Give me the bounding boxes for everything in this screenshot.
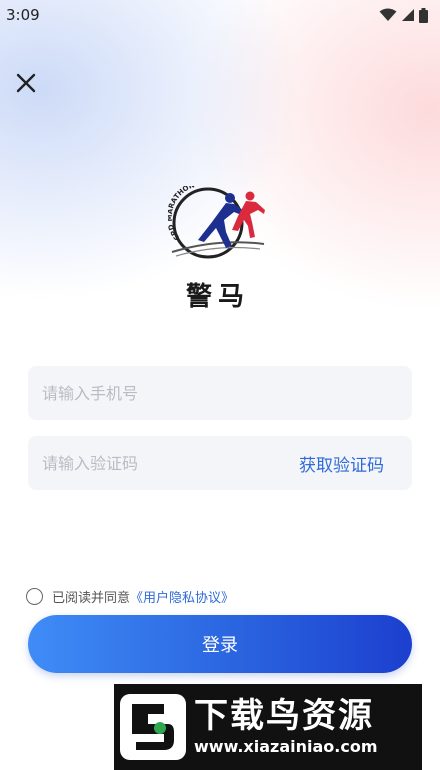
watermark-banner: 下载鸟资源 www.xiazainiao.com [114,684,422,770]
code-input[interactable] [42,436,299,490]
watermark-url: www.xiazainiao.com [194,737,378,756]
status-icons [379,7,428,23]
app-logo: CPD MARATHON 警马 [166,181,268,312]
close-button[interactable] [14,71,38,95]
login-button[interactable]: 登录 [28,615,412,673]
agreement-text: 已阅读并同意 [52,590,131,606]
agreement-row: 已阅读并同意 《用户隐私协议》 [26,586,234,606]
bird-logo-icon [120,694,186,760]
watermark-title: 下载鸟资源 [194,696,374,736]
wifi-icon [379,8,397,21]
battery-icon [419,7,428,23]
status-bar: 3:09 [0,0,440,30]
logo-text: 警马 [185,282,250,312]
phone-field[interactable] [28,366,412,420]
marathon-runner-emblem: CPD MARATHON [166,181,265,259]
agreement-checkbox[interactable] [26,587,43,605]
status-time: 3:09 [6,6,40,24]
close-icon [16,73,36,93]
code-field[interactable]: 获取验证码 [28,436,412,490]
signal-icon [402,9,414,21]
privacy-policy-link[interactable]: 《用户隐私协议》 [130,587,234,606]
phone-input[interactable] [42,366,398,420]
get-code-button[interactable]: 获取验证码 [299,451,384,476]
